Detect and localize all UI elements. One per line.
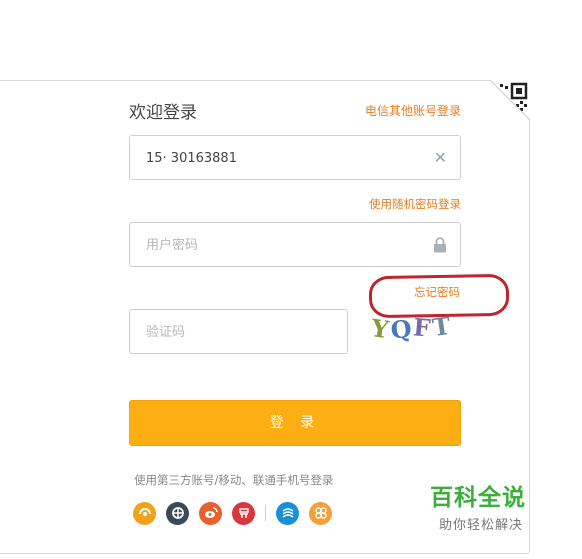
other-account-login-link[interactable]: 电信其他账号登录 [365,102,461,119]
page-title: 欢迎登录 [129,103,197,123]
watermark: 百科全说 助你轻松解决 [430,478,538,533]
yixin-icon[interactable] [133,501,156,525]
qr-login-toggle[interactable] [490,80,530,120]
qr-code-icon[interactable] [490,80,530,120]
forgot-password-link[interactable]: 忘记密码 [414,284,460,300]
password-field[interactable] [129,222,461,268]
password-input[interactable] [144,223,418,268]
captcha-char: F [412,312,432,342]
china-unicom-icon[interactable] [309,501,332,525]
account-input[interactable] [144,136,418,181]
captcha-image[interactable]: Y Q F T [369,312,461,348]
account-field[interactable]: ✕ [129,135,461,181]
third-party-icons [133,501,342,525]
third-party-login-text: 使用第三方账号/移动、联通手机号登录 [134,473,334,487]
random-password-login-link[interactable]: 使用随机密码登录 [369,196,461,212]
captcha-char: T [431,312,453,342]
captcha-input[interactable] [144,310,338,355]
weibo-icon[interactable] [199,501,222,525]
netease-icon[interactable] [232,501,255,525]
icon-divider [265,505,266,521]
login-button[interactable]: 登 录 [129,400,461,446]
clear-icon[interactable]: ✕ [434,148,447,167]
captcha-field[interactable] [129,309,348,355]
captcha-char: Q [389,314,413,345]
watermark-subtitle: 助你轻松解决 [438,518,523,533]
lock-icon [433,237,447,257]
watermark-title: 百科全说 [430,485,526,511]
china-mobile-icon[interactable] [276,501,299,525]
captcha-char: Y [369,313,391,344]
tianyi-icon[interactable] [166,501,189,525]
